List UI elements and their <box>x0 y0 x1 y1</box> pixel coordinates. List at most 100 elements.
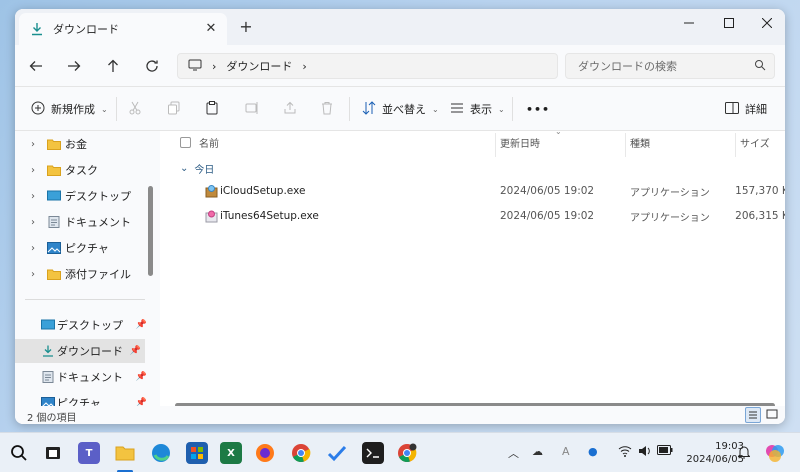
folder-icon <box>47 164 61 176</box>
forward-button[interactable] <box>63 55 85 77</box>
file-row[interactable]: iCloudSetup.exe 2024/06/05 19:02 アプリケーショ… <box>160 179 785 203</box>
todo-icon[interactable] <box>326 442 348 464</box>
cut-button[interactable] <box>128 99 142 119</box>
battery-icon[interactable] <box>657 445 673 458</box>
folder-icon <box>47 268 61 280</box>
taskbar: T X ︿ ☁ A ● 19:03 2024/06/05 <box>0 432 800 472</box>
download-icon <box>41 345 55 357</box>
chevron-right-icon[interactable]: › <box>31 217 35 228</box>
paste-button[interactable] <box>205 99 219 119</box>
group-header-today[interactable]: ⌄ 今日 <box>180 161 214 176</box>
clock-date: 2024/06/05 <box>686 454 744 465</box>
status-dot-icon[interactable]: ● <box>588 445 598 458</box>
terminal-icon[interactable] <box>362 442 384 464</box>
copy-button[interactable] <box>167 99 181 119</box>
rename-icon <box>245 101 259 118</box>
tiles-view-button[interactable] <box>765 407 781 423</box>
ime-indicator[interactable]: A <box>562 445 570 458</box>
sidebar-item-attachments[interactable]: › 添付ファイル <box>15 262 151 286</box>
file-explorer-icon[interactable] <box>114 442 136 464</box>
search-icon[interactable] <box>8 442 30 464</box>
details-pane-button[interactable]: 詳細 <box>725 99 767 119</box>
pin-icon[interactable]: 📌 <box>136 320 147 330</box>
pin-icon[interactable]: 📌 <box>130 346 141 356</box>
new-tab-button[interactable]: + <box>237 19 255 37</box>
sidebar-item-documents[interactable]: › ドキュメント <box>15 210 151 234</box>
chevron-up-icon[interactable]: ︿ <box>508 445 519 461</box>
quick-access-desktop[interactable]: デスクトップ 📌 <box>15 313 151 337</box>
teams-icon[interactable]: T <box>78 442 100 464</box>
quick-access-documents[interactable]: ドキュメント 📌 <box>15 365 151 389</box>
column-header-type[interactable]: 種類 <box>630 131 650 153</box>
rename-button[interactable] <box>245 99 259 119</box>
chevron-right-icon[interactable]: › <box>31 139 35 150</box>
sidebar-scrollbar[interactable] <box>148 186 153 276</box>
address-bar-row: › ダウンロード › ダウンロードの検索 <box>15 45 785 87</box>
sidebar-item-desktop[interactable]: › デスクトップ <box>15 184 151 208</box>
document-icon <box>47 216 61 228</box>
chevron-down-icon: ⌄ <box>498 104 505 114</box>
minimize-button[interactable] <box>669 9 709 37</box>
wifi-icon[interactable] <box>618 445 632 460</box>
close-tab-icon[interactable]: ✕ <box>203 21 219 37</box>
edge-icon[interactable] <box>150 442 172 464</box>
volume-icon[interactable] <box>638 445 652 460</box>
system-clock[interactable]: 19:03 2024/06/05 <box>686 440 744 466</box>
task-view-icon[interactable] <box>42 442 64 464</box>
divider <box>116 97 117 121</box>
sort-button[interactable]: 並べ替え ⌄ <box>362 99 439 119</box>
sidebar-item-okane[interactable]: › お金 <box>15 132 151 156</box>
new-button[interactable]: 新規作成 ⌄ <box>31 99 108 119</box>
notification-bell-icon[interactable] <box>737 445 751 462</box>
column-header-size[interactable]: サイズ <box>740 131 770 153</box>
details-label: 詳細 <box>745 103 767 116</box>
column-divider[interactable] <box>625 133 626 157</box>
sort-indicator-icon: ⌄ <box>555 127 562 136</box>
chevron-right-icon[interactable]: › <box>31 165 35 176</box>
tab-downloads[interactable]: ダウンロード ✕ <box>19 13 227 45</box>
maximize-button[interactable] <box>709 9 749 37</box>
sidebar-item-label: お金 <box>65 138 87 151</box>
excel-icon[interactable]: X <box>220 442 242 464</box>
file-modified: 2024/06/05 19:02 <box>500 185 595 197</box>
pin-icon[interactable]: 📌 <box>136 372 147 382</box>
chevron-right-icon[interactable]: › <box>31 269 35 280</box>
column-divider[interactable] <box>495 133 496 157</box>
up-button[interactable] <box>102 55 124 77</box>
delete-button[interactable] <box>320 99 334 119</box>
view-button[interactable]: 表示 ⌄ <box>450 99 505 119</box>
firefox-icon[interactable] <box>254 442 276 464</box>
share-button[interactable] <box>283 99 297 119</box>
search-placeholder: ダウンロードの検索 <box>578 60 677 73</box>
sort-icon <box>362 100 376 118</box>
refresh-button[interactable] <box>141 55 163 77</box>
sidebar-item-tasks[interactable]: › タスク <box>15 158 151 182</box>
desktop-icon <box>41 319 55 331</box>
chrome-profile-icon[interactable] <box>396 442 418 464</box>
sidebar-item-pictures[interactable]: › ピクチャ <box>15 236 151 260</box>
sidebar-item-label: ドキュメント <box>57 371 123 384</box>
details-pane-icon <box>725 101 739 117</box>
close-window-button[interactable] <box>747 9 785 37</box>
chrome-icon[interactable] <box>290 442 312 464</box>
cloud-icon[interactable]: ☁ <box>532 445 543 458</box>
address-field[interactable]: › ダウンロード › <box>177 53 558 79</box>
select-all-checkbox[interactable] <box>180 136 191 148</box>
more-options-button[interactable]: ••• <box>526 99 550 119</box>
copilot-icon[interactable] <box>764 442 786 464</box>
quick-access-downloads[interactable]: ダウンロード 📌 <box>15 339 145 363</box>
search-input[interactable]: ダウンロードの検索 <box>565 53 775 79</box>
store-icon[interactable] <box>186 442 208 464</box>
back-button[interactable] <box>25 55 47 77</box>
column-divider[interactable] <box>735 133 736 157</box>
file-row[interactable]: iTunes64Setup.exe 2024/06/05 19:02 アプリケー… <box>160 204 785 228</box>
chevron-right-icon[interactable]: › <box>31 243 35 254</box>
column-header-name[interactable]: 名前 <box>180 131 219 153</box>
details-view-button[interactable] <box>745 407 761 423</box>
chevron-right-icon[interactable]: › <box>31 191 35 202</box>
clock-time: 19:03 <box>715 441 744 452</box>
breadcrumb-separator-icon[interactable]: › <box>302 60 306 73</box>
chevron-down-icon: ⌄ <box>180 163 189 174</box>
breadcrumb-downloads[interactable]: ダウンロード <box>226 58 292 74</box>
column-header-modified[interactable]: 更新日時 <box>500 131 540 153</box>
